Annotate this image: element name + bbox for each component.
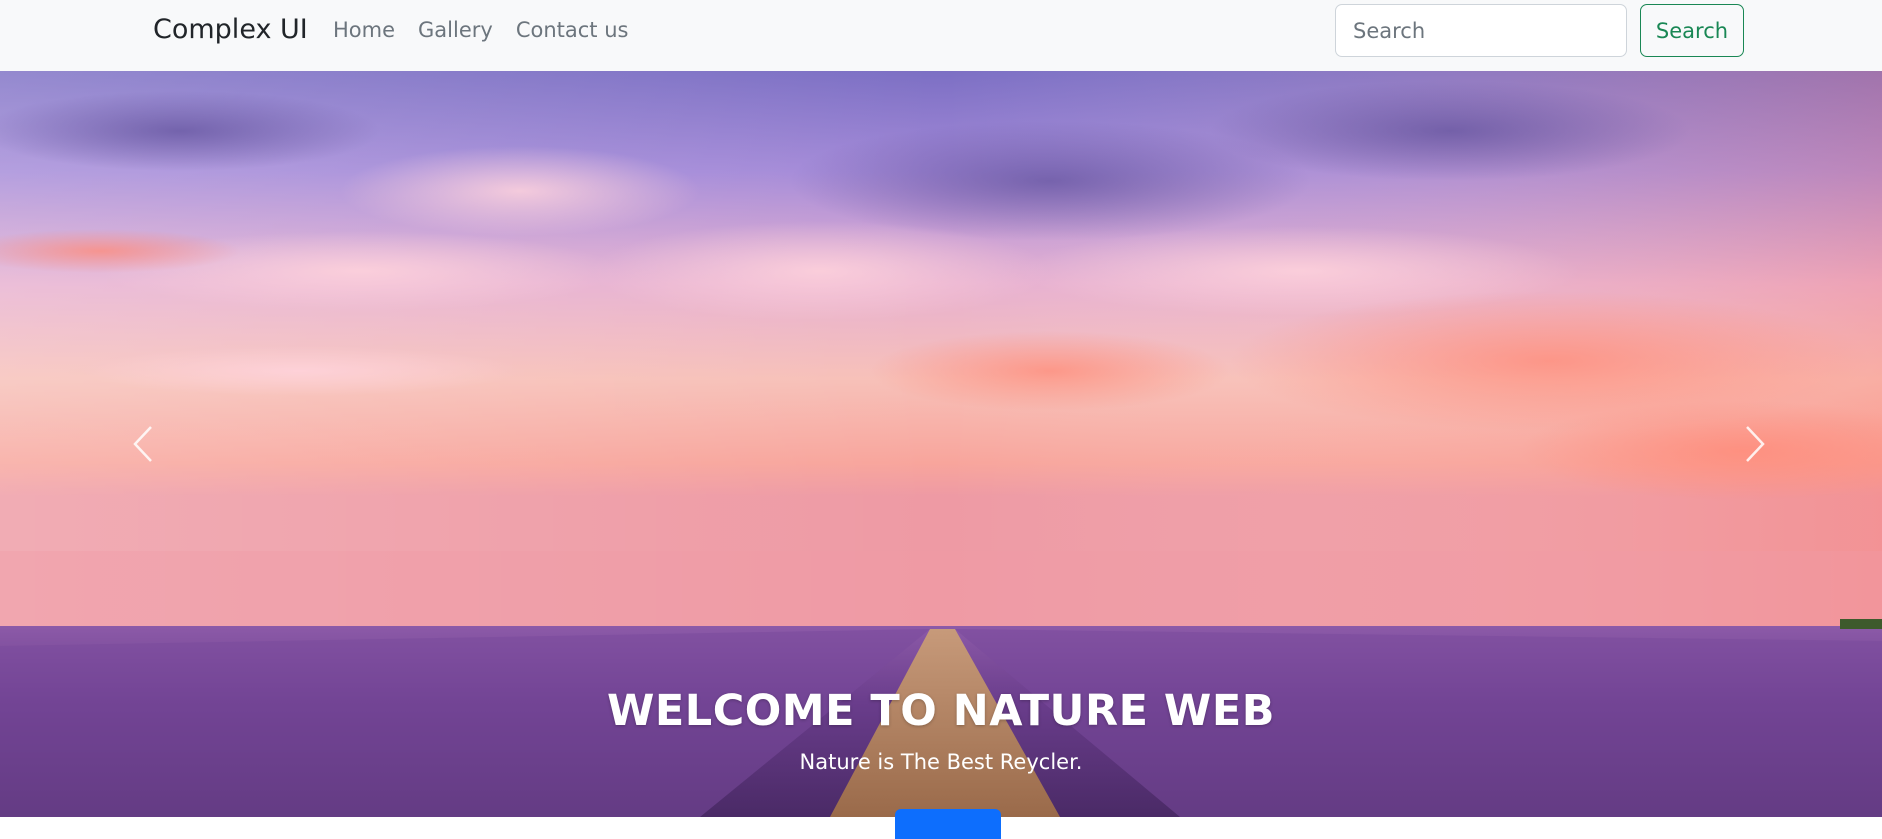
nav-link-contact[interactable]: Contact us [516, 18, 629, 42]
carousel-caption: WELCOME TO NATURE WEB Nature is The Best… [0, 686, 1882, 774]
chevron-right-icon [1746, 426, 1765, 462]
nav-links: Home Gallery Contact us [333, 18, 651, 42]
top-navbar: Complex UI Home Gallery Contact us Searc… [0, 0, 1882, 71]
caption-action-button[interactable] [895, 809, 1001, 839]
nav-link-gallery[interactable]: Gallery [418, 18, 493, 42]
search-input[interactable] [1335, 4, 1627, 57]
nav-link-home[interactable]: Home [333, 18, 395, 42]
hero-carousel: WELCOME TO NATURE WEB Nature is The Best… [0, 71, 1882, 817]
brand-link[interactable]: Complex UI [153, 14, 308, 45]
caption-subtitle: Nature is The Best Reycler. [799, 750, 1083, 774]
search-button[interactable]: Search [1640, 4, 1744, 57]
caption-title: WELCOME TO NATURE WEB [606, 686, 1275, 736]
chevron-left-icon [133, 426, 152, 462]
